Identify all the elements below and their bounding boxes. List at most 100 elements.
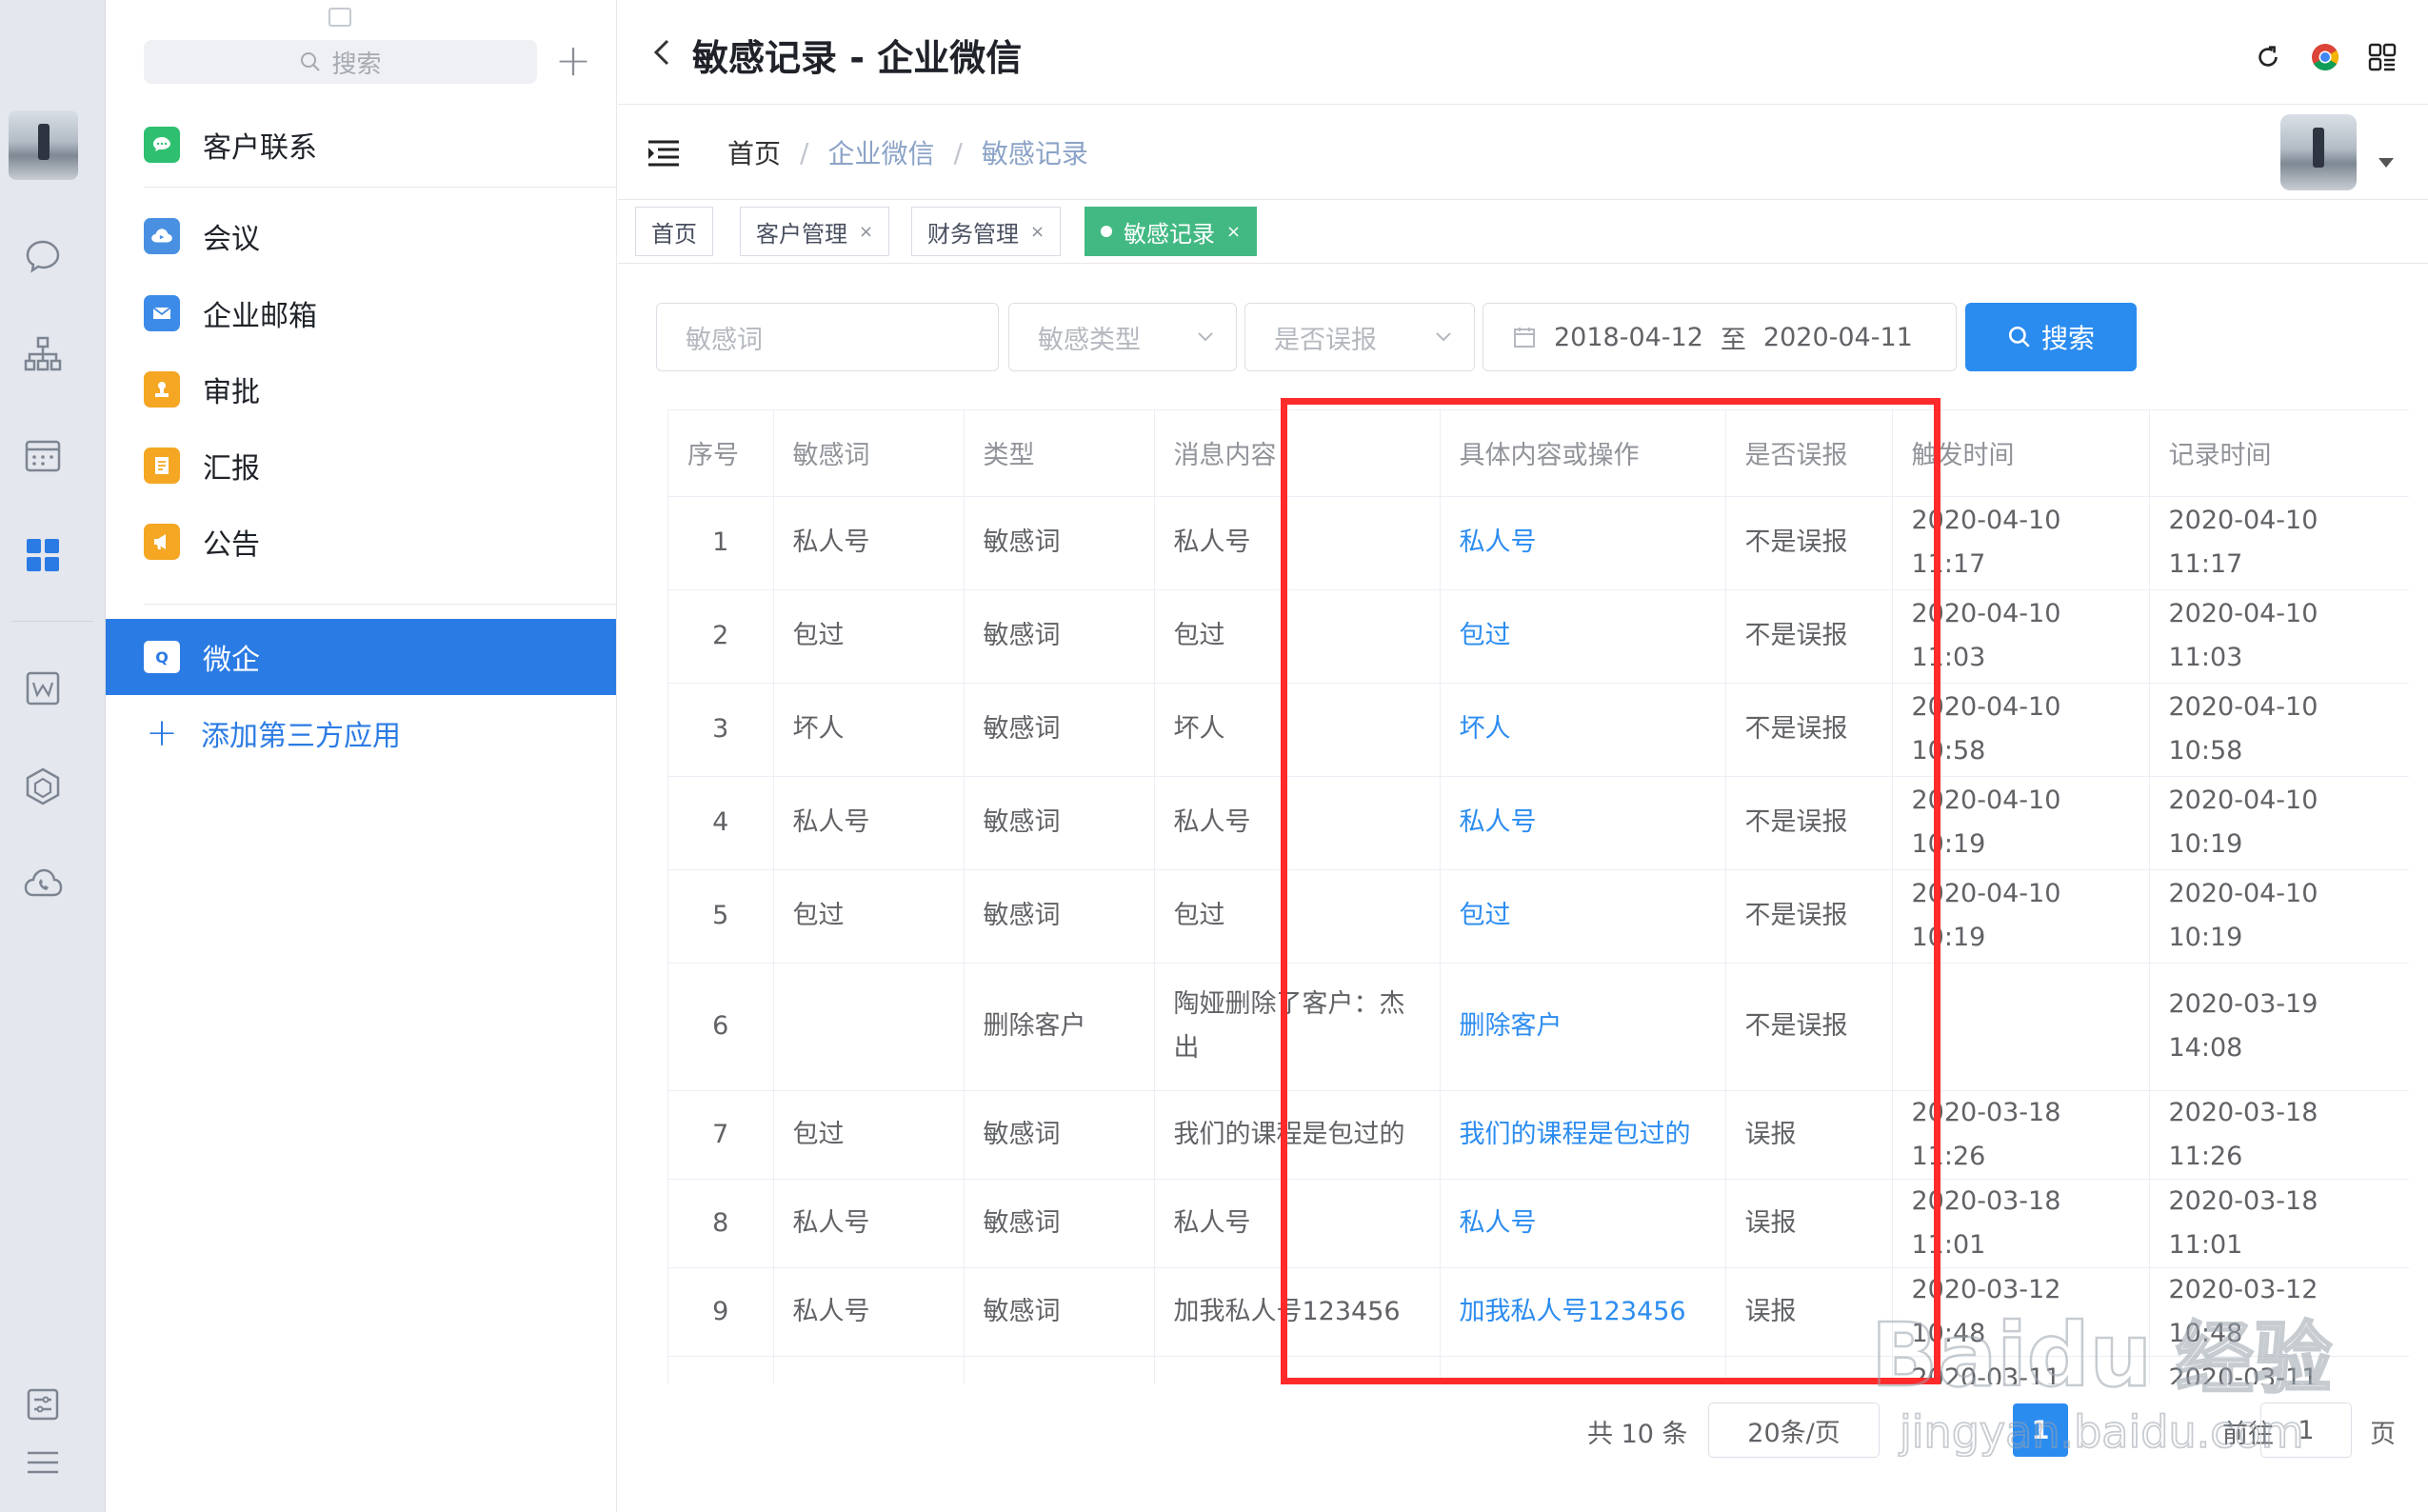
- search-icon: [301, 52, 321, 71]
- search-icon: [2008, 326, 2030, 348]
- new-window-icon[interactable]: [328, 8, 351, 27]
- back-chevron-icon[interactable]: [647, 36, 679, 69]
- table-cell: 不是误报: [1725, 496, 1893, 590]
- calendar-icon: [1514, 328, 1535, 348]
- workbench-grid-icon[interactable]: [21, 533, 65, 577]
- sidebar-divider: [144, 604, 617, 605]
- document-w-icon[interactable]: [21, 666, 65, 710]
- column-header: 敏感词: [773, 410, 965, 497]
- app-grid-icon[interactable]: [2365, 40, 2399, 74]
- table-cell: 删除客户: [964, 963, 1155, 1091]
- user-avatar[interactable]: [2280, 114, 2357, 190]
- detail-link[interactable]: 删除客户: [1460, 1011, 1562, 1041]
- table-cell: 私人号: [1154, 776, 1441, 870]
- sidebar-item-approval[interactable]: 审批: [144, 361, 260, 418]
- sidebar-item-report[interactable]: 汇报: [144, 437, 260, 494]
- collapse-menu-icon[interactable]: [647, 139, 681, 168]
- date-start: 2018-04-12: [1554, 322, 1703, 352]
- table-cell: 2: [668, 589, 774, 684]
- table-cell: 包过: [1440, 869, 1726, 964]
- type-select[interactable]: 敏感类型: [1008, 303, 1237, 371]
- table-cell: 2020-04-10 11:17: [2149, 496, 2409, 590]
- table-cell: 包过: [773, 869, 965, 964]
- goto-page-input[interactable]: 1: [2260, 1403, 2352, 1458]
- rail-divider: [11, 621, 93, 622]
- chat-icon[interactable]: [21, 234, 65, 278]
- table-cell: 敏感词: [964, 776, 1155, 870]
- add-icon[interactable]: +: [551, 38, 595, 84]
- sidebar-item-weiqi[interactable]: Q 微企: [106, 619, 616, 695]
- table-cell: 2020-03-18 11:26: [1892, 1090, 2150, 1180]
- table-cell: 5: [668, 869, 774, 964]
- table-cell: 误报: [1725, 1356, 1893, 1384]
- table-cell: 2020-03-12 10:48: [2149, 1267, 2409, 1357]
- sidebar-search[interactable]: 搜索: [144, 40, 537, 84]
- table-cell: 私人号: [1440, 1179, 1726, 1268]
- refresh-icon[interactable]: [2251, 40, 2285, 74]
- close-icon[interactable]: ×: [1030, 222, 1045, 242]
- settings-panel-icon[interactable]: [21, 1383, 65, 1426]
- keyword-input[interactable]: 敏感词: [656, 303, 999, 371]
- sidebar-item-meeting[interactable]: 会议: [144, 208, 260, 265]
- sidebar-item-mail[interactable]: 企业邮箱: [144, 285, 317, 342]
- report-icon: [144, 448, 180, 484]
- detail-link[interactable]: 包过: [1460, 901, 1511, 930]
- tag-sensitive-records[interactable]: 敏感记录 ×: [1085, 207, 1258, 256]
- detail-link[interactable]: 我们的课程是包过的: [1460, 1120, 1691, 1149]
- page-size-select[interactable]: 20条/页: [1708, 1403, 1880, 1458]
- table-cell: 2020-04-10 10:19: [1892, 776, 2150, 870]
- main-panel: 敏感记录 - 企业微信 首页 / 企业微信 / 敏感记录 首页 客户管理 × 财…: [618, 0, 2428, 1512]
- page-number-current[interactable]: 1: [2013, 1403, 2068, 1457]
- table-cell: 坏人: [773, 683, 965, 777]
- close-icon[interactable]: ×: [1226, 222, 1241, 242]
- org-chart-icon[interactable]: [21, 331, 65, 375]
- sidebar-item-label: 企业邮箱: [203, 300, 317, 333]
- table-cell: 敏感词: [964, 1179, 1155, 1268]
- detail-link[interactable]: 加我私人号123456: [1460, 1297, 1686, 1326]
- sidebar-item-announcement[interactable]: 公告: [144, 513, 260, 570]
- sidebar-item-label: 会议: [203, 223, 260, 256]
- hamburger-menu-icon[interactable]: [21, 1441, 65, 1484]
- table-body: 1 私人号 敏感词 私人号 私人号 不是误报 2020-04-10 11:17 2020-04…: [668, 496, 2409, 1384]
- table-cell: 2020-04-10 11:03: [1892, 589, 2150, 684]
- detail-link[interactable]: 私人号: [1460, 807, 1537, 837]
- detail-link[interactable]: 包过: [1460, 621, 1511, 650]
- browser-icon[interactable]: [2308, 40, 2342, 74]
- table-cell: 私人号: [773, 1267, 965, 1357]
- sidebar-item-customer-contact[interactable]: 客户联系: [144, 116, 317, 173]
- false-alarm-select[interactable]: 是否误报: [1244, 303, 1475, 371]
- table-cell: 2020-04-10 11:17: [1892, 496, 2150, 590]
- plus-icon: +: [146, 711, 178, 755]
- table-cell: 2020-03-12 10:48: [1892, 1267, 2150, 1357]
- detail-link[interactable]: 坏人: [1460, 714, 1511, 744]
- tag-customer-management[interactable]: 客户管理 ×: [740, 207, 890, 256]
- calendar-icon[interactable]: [21, 433, 65, 477]
- table-cell: 私人号: [773, 776, 965, 870]
- profile-avatar[interactable]: [9, 110, 78, 180]
- title-bar: 敏感记录 - 企业微信: [618, 0, 2428, 105]
- caret-down-icon[interactable]: [2378, 158, 2394, 168]
- type-placeholder: 敏感类型: [1038, 325, 1141, 355]
- tag-finance-management[interactable]: 财务管理 ×: [911, 207, 1062, 256]
- search-button[interactable]: 搜索: [1965, 303, 2137, 371]
- cloud-phone-icon[interactable]: [21, 862, 65, 905]
- column-header: 具体内容或操作: [1440, 410, 1726, 497]
- keyword-placeholder: 敏感词: [686, 325, 763, 355]
- column-header: 记录时间: [2149, 410, 2409, 497]
- tag-home[interactable]: 首页: [635, 207, 713, 256]
- table-cell: 坏人: [773, 1356, 965, 1384]
- cube-icon[interactable]: [21, 765, 65, 808]
- search-button-label: 搜索: [2040, 323, 2095, 354]
- date-range-picker[interactable]: 2018-04-12 至 2020-04-11: [1483, 303, 1957, 371]
- detail-link[interactable]: 私人号: [1460, 1208, 1537, 1238]
- table-cell: 私人号: [773, 496, 965, 590]
- table-cell: 包过: [773, 589, 965, 684]
- table-cell: [1892, 963, 2150, 1091]
- table-cell: 2020-03-11 16:59: [2149, 1356, 2409, 1384]
- add-third-party-app[interactable]: + 添加第三方应用: [144, 705, 401, 762]
- breadcrumb-home[interactable]: 首页: [727, 133, 781, 171]
- close-icon[interactable]: ×: [859, 222, 873, 242]
- detail-link[interactable]: 私人号: [1460, 527, 1537, 557]
- breadcrumb-item[interactable]: 企业微信: [827, 133, 934, 171]
- table-cell: 10: [668, 1356, 774, 1384]
